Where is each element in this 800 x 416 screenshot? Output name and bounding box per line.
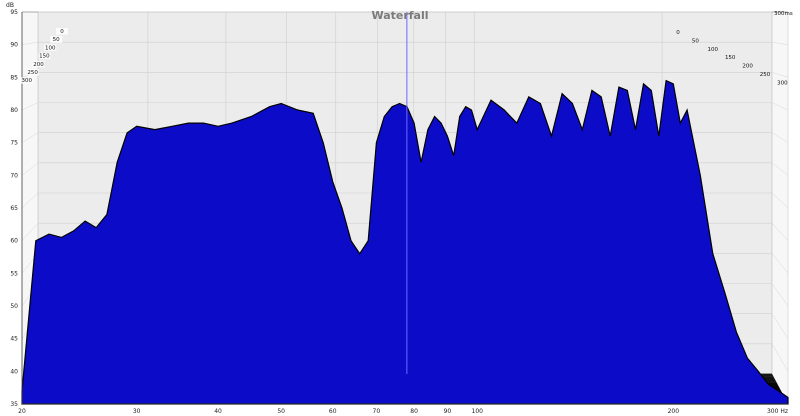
y-tick-label: 90 <box>10 42 18 49</box>
chart-title: Waterfall <box>371 9 428 22</box>
y-tick-label: 95 <box>10 9 18 16</box>
depth-tick-right: 50 <box>692 38 699 44</box>
x-tick-label: 80 <box>410 408 418 415</box>
y-tick-label: 75 <box>10 140 18 147</box>
y-tick-label: 65 <box>10 205 18 212</box>
waterfall-chart: dB95 90 85 80 75 70 65 60 55 50 45 40 3520 30 40 50 60 70… <box>0 0 800 416</box>
depth-tick-left: 250 <box>27 70 38 76</box>
x-tick-label: 30 <box>133 408 141 415</box>
y-tick-label: 50 <box>10 303 18 310</box>
x-tick-label: 200 <box>668 408 680 415</box>
x-tick-label: 100 <box>472 408 484 415</box>
x-tick-label: 20 <box>18 408 26 415</box>
y-tick-label: 70 <box>10 172 18 179</box>
y-tick-label: 60 <box>10 238 18 245</box>
depth-tick-left: 50 <box>53 37 60 43</box>
depth-tick-right: 200 <box>742 64 753 70</box>
depth-tick-left: 300 <box>22 78 33 84</box>
y-tick-label: 35 <box>10 401 18 408</box>
y-tick-label: 55 <box>10 270 18 277</box>
x-tick-label: 40 <box>214 408 222 415</box>
right-wall <box>771 11 789 405</box>
depth-end-label: 300ms <box>774 11 793 17</box>
depth-tick-right: 100 <box>708 47 719 53</box>
depth-tick-right: 300 <box>777 80 788 86</box>
y-tick-label: 85 <box>10 74 18 81</box>
depth-tick-right: 0 <box>676 30 680 36</box>
x-tick-label: 70 <box>373 408 381 415</box>
depth-tick-left: 150 <box>39 54 50 60</box>
depth-tick-left: 0 <box>60 29 64 35</box>
waterfall-slices <box>21 79 789 405</box>
y-tick-label: 45 <box>10 336 18 343</box>
x-tick-label: 60 <box>329 408 337 415</box>
x-tick-label: 300 Hz <box>767 408 788 415</box>
y-tick-label: 80 <box>10 107 18 114</box>
depth-tick-left: 200 <box>33 62 44 68</box>
depth-tick-right: 150 <box>725 55 736 61</box>
depth-tick-left: 100 <box>45 45 56 51</box>
y-axis-label: dB <box>6 2 14 9</box>
x-tick-label: 50 <box>277 408 285 415</box>
y-tick-label: 40 <box>10 368 18 375</box>
x-tick-label: 90 <box>444 408 452 415</box>
depth-tick-right: 250 <box>760 72 771 78</box>
front-slice <box>21 79 789 405</box>
